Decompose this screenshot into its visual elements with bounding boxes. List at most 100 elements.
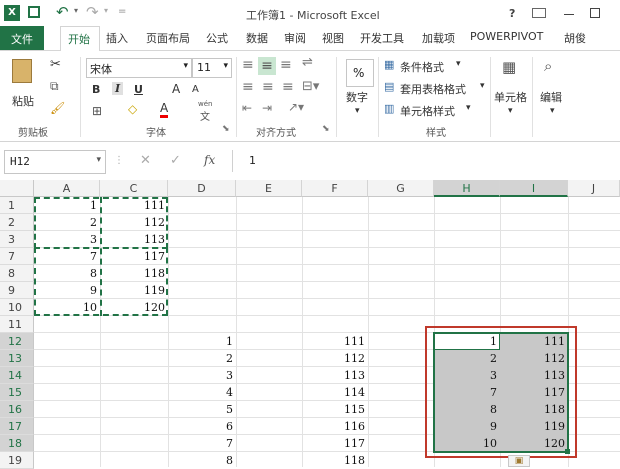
tab-page-layout[interactable]: 页面布局 xyxy=(146,30,190,46)
font-color-button[interactable]: A xyxy=(160,102,169,118)
cell-d17[interactable]: 6 xyxy=(168,418,236,435)
underline-button[interactable]: U xyxy=(134,83,143,96)
cell-f13[interactable]: 112 xyxy=(302,350,368,367)
select-all-corner[interactable] xyxy=(0,180,34,197)
cell-c9[interactable]: 119 xyxy=(100,282,168,299)
column-header-i[interactable]: I xyxy=(500,180,568,197)
formula-input[interactable]: 1 xyxy=(232,150,620,172)
save-icon[interactable] xyxy=(28,6,40,18)
align-top-icon[interactable]: ≡ xyxy=(242,57,254,73)
worksheet-grid[interactable]: A C D E F G H I J 1 2 3 7 8 9 10 11 12 1… xyxy=(0,180,620,469)
cancel-icon[interactable]: ✕ xyxy=(140,153,151,168)
dialog-launcher-icon[interactable]: ⬊ xyxy=(322,124,330,134)
cell-c3[interactable]: 113 xyxy=(100,231,168,248)
cell-f12[interactable]: 111 xyxy=(302,333,368,350)
paste-icon[interactable] xyxy=(12,59,32,83)
cell-a8[interactable]: 8 xyxy=(34,265,100,282)
align-middle-icon[interactable]: ≡ xyxy=(258,57,276,75)
row-header[interactable]: 2 xyxy=(0,214,34,231)
font-name-select[interactable]: 宋体 ▾ xyxy=(86,58,192,78)
minimize-button[interactable] xyxy=(564,14,574,15)
undo-dropdown-icon[interactable]: ▾ xyxy=(74,6,78,15)
column-header-e[interactable]: E xyxy=(236,180,302,197)
shrink-font-button[interactable]: A xyxy=(192,84,199,95)
tab-data[interactable]: 数据 xyxy=(246,30,268,46)
align-left-icon[interactable]: ≡ xyxy=(242,79,254,95)
row-header[interactable]: 14 xyxy=(0,367,34,384)
row-header[interactable]: 10 xyxy=(0,299,34,316)
align-bottom-icon[interactable]: ≡ xyxy=(280,57,292,73)
cell-h15[interactable]: 7 xyxy=(434,384,500,401)
row-header[interactable]: 1 xyxy=(0,197,34,214)
cell-i13[interactable]: 112 xyxy=(500,350,568,367)
maximize-button[interactable] xyxy=(590,8,600,18)
borders-icon[interactable]: ⊞ xyxy=(92,104,102,118)
cell-f19[interactable]: 118 xyxy=(302,452,368,467)
cell-a2[interactable]: 2 xyxy=(34,214,100,231)
cell-d19[interactable]: 8 xyxy=(168,452,236,467)
font-size-select[interactable]: 11 ▾ xyxy=(192,58,232,78)
tab-formulas[interactable]: 公式 xyxy=(206,30,228,46)
tab-view[interactable]: 视图 xyxy=(322,30,344,46)
cell-a10[interactable]: 10 xyxy=(34,299,100,316)
column-header-j[interactable]: J xyxy=(568,180,620,197)
cell-i17[interactable]: 119 xyxy=(500,418,568,435)
format-painter-icon[interactable]: 🖌 xyxy=(50,101,65,115)
customize-qat-icon[interactable]: = xyxy=(118,6,126,17)
cell-f15[interactable]: 114 xyxy=(302,384,368,401)
redo-icon[interactable]: ↷ xyxy=(86,3,99,21)
cell-h18[interactable]: 10 xyxy=(434,435,500,452)
cell-a9[interactable]: 9 xyxy=(34,282,100,299)
cell-h17[interactable]: 9 xyxy=(434,418,500,435)
tab-addins[interactable]: 加载项 xyxy=(422,30,455,46)
number-format-button[interactable]: % xyxy=(346,59,374,87)
cell-d13[interactable]: 2 xyxy=(168,350,236,367)
align-center-icon[interactable]: ≡ xyxy=(262,79,274,95)
column-header-h[interactable]: H xyxy=(434,180,500,197)
column-header-c[interactable]: C xyxy=(100,180,168,197)
cell-a1[interactable]: 1 xyxy=(34,197,100,214)
cell-c1[interactable]: 111 xyxy=(100,197,168,214)
row-header[interactable]: 9 xyxy=(0,282,34,299)
cell-d14[interactable]: 3 xyxy=(168,367,236,384)
cell-i14[interactable]: 113 xyxy=(500,367,568,384)
cell-i12[interactable]: 111 xyxy=(500,333,568,350)
increase-indent-icon[interactable]: ⇥ xyxy=(262,101,272,115)
cell-h14[interactable]: 3 xyxy=(434,367,500,384)
cell-f17[interactable]: 116 xyxy=(302,418,368,435)
format-as-table-button[interactable]: 套用表格格式 xyxy=(400,81,466,97)
account-name[interactable]: 胡俊 xyxy=(564,30,586,46)
undo-icon[interactable]: ↶ xyxy=(56,3,69,21)
name-box[interactable]: H12 ▾ xyxy=(4,150,106,174)
row-header[interactable]: 18 xyxy=(0,435,34,452)
paste-button[interactable]: 粘贴 xyxy=(12,93,34,109)
redo-dropdown-icon[interactable]: ▾ xyxy=(104,6,108,15)
row-header[interactable]: 13 xyxy=(0,350,34,367)
binoculars-icon[interactable]: ⌕ xyxy=(544,57,552,75)
column-header-d[interactable]: D xyxy=(168,180,236,197)
cell-f14[interactable]: 113 xyxy=(302,367,368,384)
row-header[interactable]: 15 xyxy=(0,384,34,401)
cell-h12[interactable]: 1 xyxy=(434,333,500,350)
copy-icon[interactable]: ⧉ xyxy=(50,79,59,94)
row-header[interactable]: 11 xyxy=(0,316,34,333)
cell-a7[interactable]: 7 xyxy=(34,248,100,265)
wrap-text-icon[interactable]: ⇌ xyxy=(302,55,313,70)
cell-f18[interactable]: 117 xyxy=(302,435,368,452)
column-header-f[interactable]: F xyxy=(302,180,368,197)
row-header[interactable]: 7 xyxy=(0,248,34,265)
cell-i18[interactable]: 120 xyxy=(500,435,568,452)
tab-developer[interactable]: 开发工具 xyxy=(360,30,404,46)
cell-c2[interactable]: 112 xyxy=(100,214,168,231)
italic-button[interactable]: I xyxy=(112,82,124,95)
fill-color-icon[interactable]: ◇ xyxy=(128,102,137,116)
cell-i15[interactable]: 117 xyxy=(500,384,568,401)
cell-h13[interactable]: 2 xyxy=(434,350,500,367)
tab-insert[interactable]: 插入 xyxy=(106,30,128,46)
paste-options-icon[interactable]: ▣ xyxy=(508,455,530,467)
align-right-icon[interactable]: ≡ xyxy=(282,79,294,95)
tab-home[interactable]: 开始 xyxy=(60,26,100,51)
cut-icon[interactable]: ✂ xyxy=(50,57,61,72)
cells-icon[interactable]: ▦ xyxy=(502,58,516,76)
cell-c7[interactable]: 117 xyxy=(100,248,168,265)
